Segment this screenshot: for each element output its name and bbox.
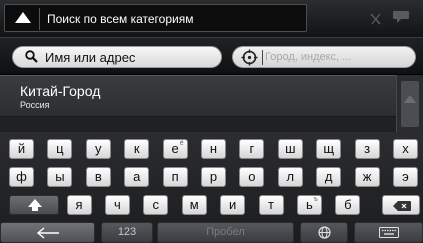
key-label: ь: [306, 197, 313, 212]
shift-icon-stem: [32, 206, 38, 211]
key-label: т: [268, 197, 274, 212]
key-к[interactable]: к: [124, 139, 150, 159]
name-address-field[interactable]: Имя или адрес: [12, 46, 222, 68]
page-title: Поиск по всем категориям: [47, 12, 194, 26]
search-icon: [25, 50, 38, 63]
key-ь[interactable]: ьъ: [296, 195, 322, 215]
key-я[interactable]: я: [66, 195, 92, 215]
key-щ[interactable]: щ: [316, 139, 342, 159]
key-label: а: [133, 169, 141, 184]
key-о[interactable]: о: [239, 167, 265, 187]
key-д[interactable]: д: [316, 167, 342, 187]
city-postcode-field[interactable]: Город, индекс, ...: [232, 46, 416, 68]
key-е[interactable]: её: [162, 139, 188, 159]
key-у[interactable]: у: [85, 139, 111, 159]
scroll-up-icon: [404, 95, 416, 103]
key-ф[interactable]: ф: [9, 167, 34, 187]
key-label: х: [402, 141, 409, 156]
key-м[interactable]: м: [181, 195, 207, 215]
key-ц[interactable]: ц: [47, 139, 73, 159]
keyboard-icon: [378, 227, 399, 238]
key-label: щ: [323, 141, 335, 156]
key-х[interactable]: х: [393, 139, 418, 159]
key-в[interactable]: в: [85, 167, 111, 187]
backspace-key[interactable]: [382, 195, 420, 215]
key-label: ч: [114, 197, 121, 212]
key-ш[interactable]: ш: [277, 139, 303, 159]
key-label: б: [344, 197, 352, 212]
globe-icon: [317, 226, 331, 239]
key-label: ф: [16, 169, 27, 184]
key-label: ц: [56, 141, 64, 156]
space-key[interactable]: Пробел: [157, 222, 294, 243]
key-ж[interactable]: ж: [354, 167, 380, 187]
key-г[interactable]: г: [239, 139, 265, 159]
key-р[interactable]: р: [201, 167, 226, 187]
key-и[interactable]: и: [220, 195, 246, 215]
scroll-up-button[interactable]: [401, 81, 419, 127]
header-button[interactable]: Поиск по всем категориям: [4, 4, 307, 32]
text-caret: [262, 50, 263, 65]
key-label: д: [324, 169, 333, 184]
name-address-value: Имя или адрес: [45, 50, 136, 65]
key-label: й: [17, 141, 26, 156]
globe-key[interactable]: [300, 222, 348, 243]
back-arrow-icon: [36, 227, 59, 239]
key-н[interactable]: н: [201, 139, 226, 159]
key-б[interactable]: б: [335, 195, 361, 215]
crosshair-icon[interactable]: [241, 49, 258, 66]
key-label: м: [189, 197, 199, 212]
key-label: л: [286, 169, 295, 184]
backspace-icon: [393, 201, 411, 211]
signal-icon: [370, 13, 381, 25]
key-ч[interactable]: ч: [104, 195, 130, 215]
key-label: я: [75, 197, 83, 212]
key-label: е: [171, 141, 179, 156]
status-area: [356, 0, 423, 38]
back-button[interactable]: [0, 222, 95, 243]
numbers-key[interactable]: 123: [101, 222, 153, 243]
key-label: п: [171, 169, 179, 184]
key-alt-label: ё: [179, 140, 184, 147]
key-ы[interactable]: ы: [47, 167, 73, 187]
result-name: Китай-Город: [20, 83, 101, 99]
space-label: Пробел: [206, 226, 245, 238]
shift-key[interactable]: [9, 195, 59, 215]
city-postcode-placeholder: Город, индекс, ...: [265, 51, 352, 63]
header-divider: [39, 8, 40, 30]
key-label: к: [133, 141, 140, 156]
key-а[interactable]: а: [124, 167, 150, 187]
key-label: э: [402, 169, 409, 184]
key-э[interactable]: э: [393, 167, 418, 187]
key-з[interactable]: з: [354, 139, 380, 159]
key-label: ж: [362, 169, 372, 184]
key-label: о: [248, 169, 256, 184]
key-й[interactable]: й: [9, 139, 34, 159]
keyboard-key[interactable]: [354, 222, 423, 243]
key-label: р: [209, 169, 218, 184]
top-bar: Поиск по всем категориям: [0, 0, 423, 38]
key-label: и: [228, 197, 237, 212]
key-label: в: [94, 169, 102, 184]
key-label: з: [364, 141, 371, 156]
key-label: г: [249, 141, 255, 156]
key-т[interactable]: т: [258, 195, 284, 215]
key-с[interactable]: с: [143, 195, 169, 215]
empty-result-row: [0, 117, 396, 132]
key-label: у: [95, 141, 102, 156]
key-п[interactable]: п: [162, 167, 188, 187]
key-label: н: [209, 141, 218, 156]
chat-icon[interactable]: [392, 10, 410, 24]
scrollbar[interactable]: [396, 75, 423, 132]
up-arrow-icon: [15, 12, 31, 23]
key-л[interactable]: л: [277, 167, 303, 187]
key-label: с: [152, 197, 160, 212]
key-alt-label: ъ: [313, 196, 318, 203]
key-label: ш: [285, 141, 296, 156]
key-label: ы: [55, 169, 65, 184]
result-item[interactable]: Китай-Город Россия: [0, 75, 396, 117]
result-country: Россия: [20, 100, 50, 110]
